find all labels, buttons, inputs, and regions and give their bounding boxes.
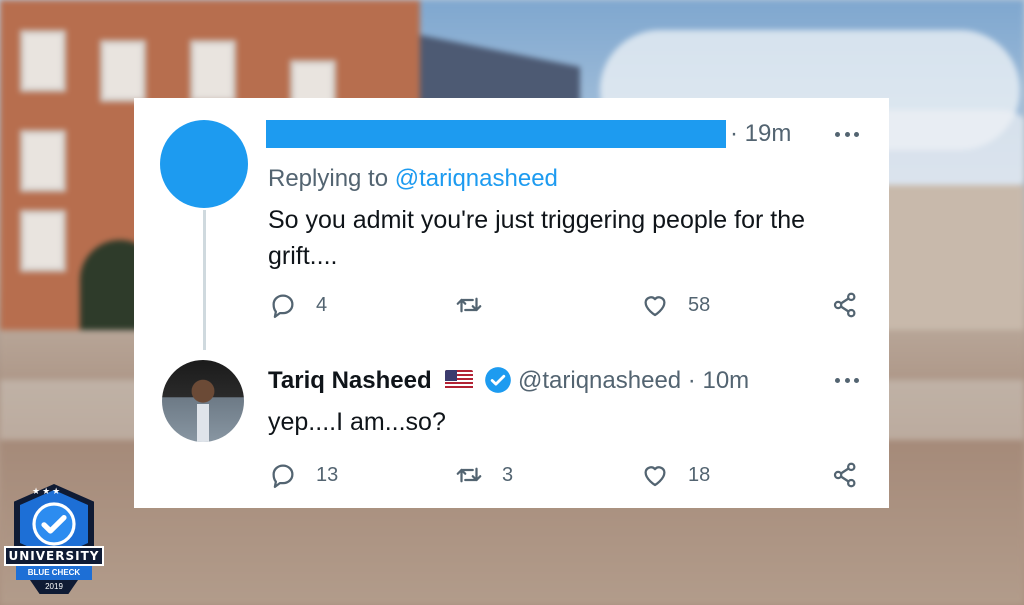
author-handle-time[interactable]: @tariqnasheed · 10m <box>518 366 749 396</box>
retweet-button[interactable]: 3 <box>454 460 513 490</box>
share-button[interactable] <box>830 460 860 490</box>
avatar[interactable] <box>162 360 244 442</box>
building-window <box>20 30 66 92</box>
share-icon <box>833 462 856 488</box>
retweet-count: 3 <box>502 463 514 486</box>
replying-handle-link[interactable]: @tariqnasheed <box>395 165 558 192</box>
badge-year: 2019 <box>30 580 78 594</box>
more-dots-icon[interactable] <box>832 366 862 394</box>
retweet-button[interactable] <box>454 290 502 320</box>
like-button[interactable]: 18 <box>640 460 710 490</box>
like-count: 18 <box>688 463 711 486</box>
building-window <box>20 130 66 192</box>
retweet-icon <box>456 297 482 313</box>
thread-connector-line <box>203 210 206 350</box>
badge-subtitle: BLUE CHECK <box>16 566 92 580</box>
speech-bubble-icon <box>272 294 294 318</box>
badge-check-icon <box>32 502 76 546</box>
redacted-username[interactable] <box>266 120 726 148</box>
verified-check-icon <box>485 367 511 393</box>
stone-wall <box>880 185 1024 345</box>
replying-to-line: Replying to @tariqnasheed <box>268 164 558 194</box>
author-name[interactable]: Tariq Nasheed <box>268 366 432 396</box>
building-window <box>100 40 146 102</box>
university-blue-check-badge: ★★★ UNIVERSITY BLUE CHECK 2019 <box>4 484 104 604</box>
tweet-timestamp[interactable]: · 19m <box>730 120 791 148</box>
badge-stars: ★★★ <box>32 486 63 496</box>
reply-button[interactable]: 4 <box>268 290 327 320</box>
tweet-text: yep....I am...so? <box>268 408 446 436</box>
us-flag-icon <box>445 370 473 390</box>
building-window <box>190 40 236 102</box>
reply-button[interactable]: 13 <box>268 460 338 490</box>
tweet-actions: 4 58 <box>268 290 868 320</box>
retweet-icon <box>456 467 482 483</box>
more-dots-icon[interactable] <box>832 120 862 148</box>
avatar-shirt <box>197 404 209 442</box>
badge-title: UNIVERSITY <box>4 546 104 566</box>
share-icon <box>833 292 856 318</box>
like-count: 58 <box>688 293 711 316</box>
reply-count: 13 <box>316 463 339 486</box>
building-window <box>20 210 66 272</box>
like-button[interactable]: 58 <box>640 290 710 320</box>
heart-icon <box>644 466 666 487</box>
tweet-actions: 13 3 18 <box>268 460 868 490</box>
heart-icon <box>644 296 666 317</box>
tweet-thread-card: · 19m Replying to @tariqnasheed So you a… <box>134 98 889 508</box>
replying-label: Replying to <box>268 165 389 192</box>
speech-bubble-icon <box>272 464 294 488</box>
reply-count: 4 <box>316 293 328 316</box>
tweet-text: So you admit you're just triggering peop… <box>268 206 806 270</box>
share-button[interactable] <box>830 290 860 320</box>
redacted-avatar[interactable] <box>160 120 248 208</box>
